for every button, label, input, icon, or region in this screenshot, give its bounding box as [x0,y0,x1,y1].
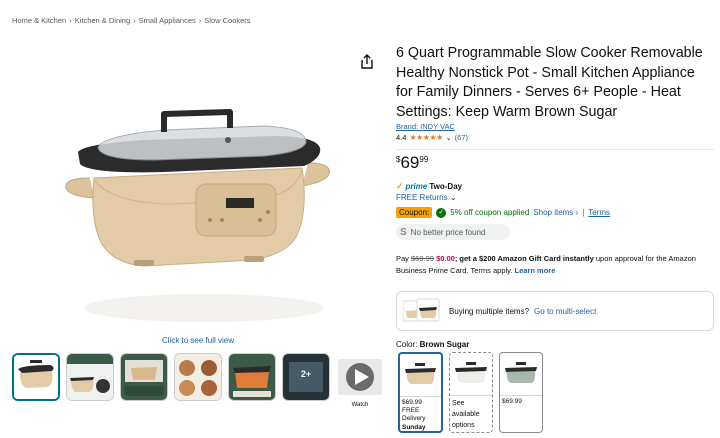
see-full-view-link[interactable]: Click to see full view [146,336,250,345]
prime-word: prime [405,182,428,191]
pay-prefix: Pay [396,254,412,263]
thumbnail-3[interactable] [120,353,168,401]
pay-old-price: $69.99 [411,254,434,263]
swatch-image [450,353,492,396]
swatch-see: See [452,400,465,407]
swatch-price: $69.99 [402,399,422,406]
price-fraction: 99 [419,155,429,164]
rating-value: 4.4 [396,133,407,142]
coupon-row: Coupon: ✓ 5% off coupon applied Shop ite… [396,207,610,218]
thumbnail-main[interactable] [12,353,60,401]
more-images-count: 2+ [300,369,312,379]
color-value: Brown Sugar [419,340,470,349]
swatch-price: $69.99 [502,398,522,405]
thumbnail-video[interactable] [336,353,384,401]
breadcrumb-small-appliances[interactable]: Small Appliances [139,16,196,25]
prime-two-day: Two-Day [429,182,463,191]
breadcrumb: Home & Kitchen › Kitchen & Dining › Small Ap… [12,16,251,25]
swatch-delivery: FREE Delivery [402,407,426,423]
price-symbol: $ [396,155,401,164]
thumbnail-more[interactable]: 2+ [282,353,330,401]
coupon-badge: Coupon: [396,207,433,218]
brand-link[interactable]: Brand: INDY VAC [396,122,455,131]
free-returns-label: FREE Returns [396,193,448,202]
swatch-sage[interactable]: $69.99 [499,352,543,433]
thumbnail-strip: 2+ [12,353,384,401]
pay-new-price: $0.00 [436,254,455,263]
breadcrumb-separator: › [69,16,72,25]
color-swatches: $69.99 FREE Delivery Sunday See availabl… [398,352,543,433]
multi-select-link[interactable]: Go to multi-select [534,307,596,316]
check-circle-icon: ✓ [436,207,447,218]
swatch-image [400,354,441,397]
swatch-delivery-day: Sunday [402,423,426,431]
color-label: Color: Brown Sugar [396,340,469,349]
card-offer: Pay $69.99 $0.00; get a $200 Amazon Gift… [396,253,714,276]
coupon-divider: | [582,208,585,217]
share-icon[interactable] [360,54,374,70]
thumbnail-4[interactable] [174,353,222,401]
swatch-brown-sugar[interactable]: $69.99 FREE Delivery Sunday [398,352,443,433]
watch-label: Watch [351,402,369,408]
swatch-available: available [452,411,480,418]
prime-check-icon: ✓ [396,181,404,191]
multi-select-thumbnails [402,297,441,325]
no-better-price-badge: S No better price found [396,224,510,240]
chevron-down-icon: ⌄ [449,193,457,202]
rating-row: 4.4 ★★★★★ ⌄ (67) [396,133,468,142]
learn-more-link[interactable]: Learn more [515,266,556,275]
swatch-white[interactable]: See available options [449,352,493,433]
multi-select-box[interactable]: Buying multiple items? Go to multi-selec… [396,291,714,331]
breadcrumb-separator: › [133,16,136,25]
thumbnail-2[interactable] [66,353,114,401]
product-title: 6 Quart Programmable Slow Cooker Removab… [396,45,703,120]
price-whole: 69 [400,153,420,172]
terms-link[interactable]: Terms [588,208,610,217]
swatch-image [500,353,542,396]
coupon-text: 5% off coupon applied [450,208,530,217]
breadcrumb-slow-cookers[interactable]: Slow Cookers [204,16,250,25]
star-icon[interactable]: ★★★★★ [409,133,443,142]
prime-badge[interactable]: ✓ prime Two-Day [396,181,462,192]
price: $6999 [396,153,428,173]
color-label-prefix: Color: [396,340,420,349]
shop-items-link[interactable]: Shop items › [533,208,578,217]
price-tag-icon: S [400,226,407,238]
divider [396,149,714,150]
swatch-options: options [452,422,475,429]
rating-count-link[interactable]: (67) [455,133,468,142]
no-better-price-text: No better price found [410,227,486,237]
multi-select-text: Buying multiple items? [449,306,530,316]
free-returns-link[interactable]: FREE Returns ⌄ [396,193,457,202]
breadcrumb-kitchen-dining[interactable]: Kitchen & Dining [75,16,130,25]
breadcrumb-separator: › [198,16,202,25]
main-product-image[interactable] [54,108,342,330]
breadcrumb-home-kitchen[interactable]: Home & Kitchen [12,16,66,25]
chevron-down-icon[interactable]: ⌄ [446,134,452,142]
thumbnail-5[interactable] [228,353,276,401]
pay-gift-card: ; get a $200 Amazon Gift Card instantly [454,254,594,263]
